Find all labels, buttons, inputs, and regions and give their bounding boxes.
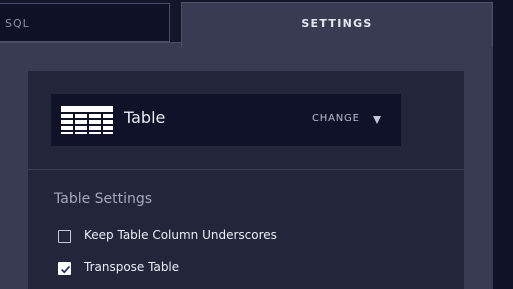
section-divider — [28, 169, 464, 170]
visualization-type-selector[interactable]: Table CHANGE — [51, 94, 401, 146]
transpose-table-checkbox[interactable] — [58, 262, 71, 275]
table-settings-heading: Table Settings — [54, 191, 153, 207]
visualization-type-label: Table — [124, 108, 166, 127]
tab-sql[interactable]: SQL — [0, 3, 170, 42]
tab-settings[interactable]: SETTINGS — [181, 2, 493, 47]
change-visualization-button[interactable]: CHANGE — [312, 113, 360, 124]
visualization-settings-card: Table CHANGE Table Settings Keep Table C… — [28, 71, 464, 289]
chevron-down-icon[interactable] — [373, 116, 381, 124]
keep-underscores-label[interactable]: Keep Table Column Underscores — [84, 228, 277, 242]
tab-sql-label: SQL — [5, 17, 30, 30]
window-edge — [493, 0, 513, 289]
transpose-table-label[interactable]: Transpose Table — [84, 260, 179, 274]
tab-settings-label: SETTINGS — [301, 17, 373, 30]
table-icon — [61, 106, 113, 134]
keep-underscores-checkbox[interactable] — [58, 230, 71, 243]
checkmark-icon — [61, 265, 71, 274]
